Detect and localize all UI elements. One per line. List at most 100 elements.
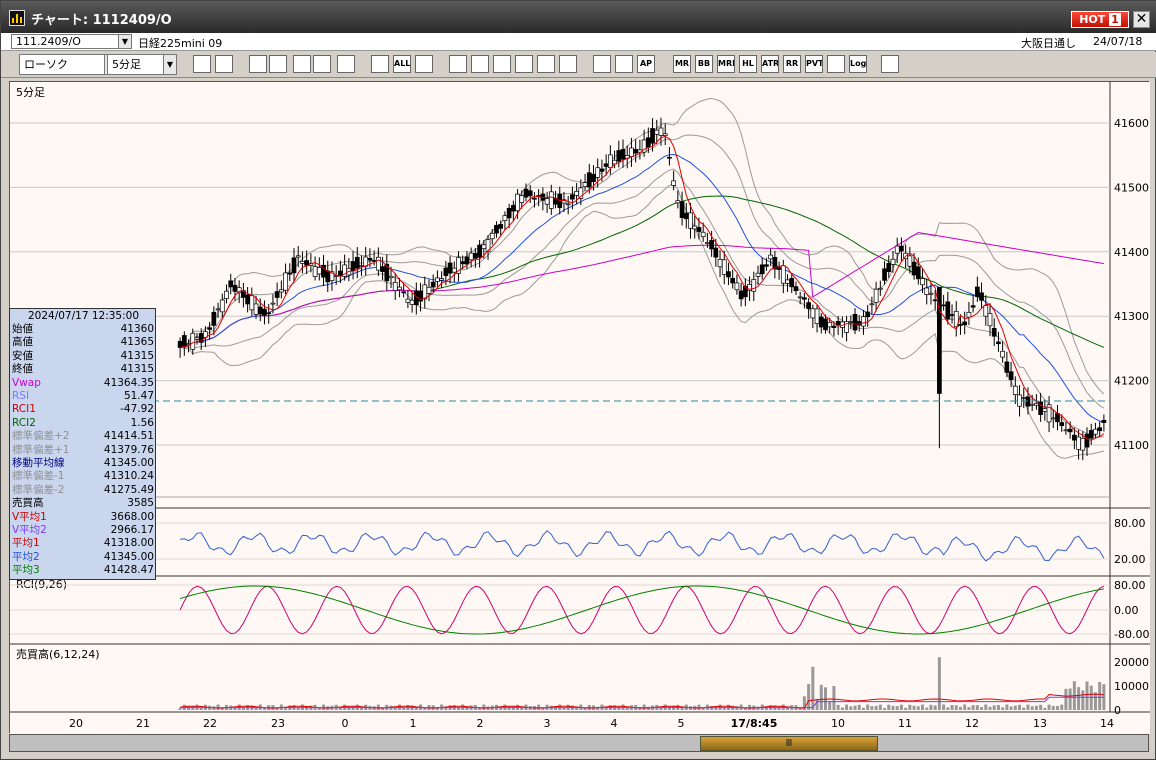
line-tool-icon[interactable] (449, 55, 467, 73)
symbol-input[interactable]: 111.2409/O (11, 34, 119, 49)
market-label: 大阪日通し (1021, 37, 1076, 50)
volume-bar (874, 705, 878, 710)
candle-body (532, 197, 537, 200)
candle-body (283, 272, 288, 291)
chart-area[interactable]: 41600 41500 41400 41300 41200 41100 5分足 80.00 20… (9, 81, 1150, 734)
candle-body (991, 327, 997, 337)
title-bar[interactable]: チャート: 1112409/O HOT 1 ✕ (1, 1, 1156, 33)
candle-body (962, 321, 968, 326)
xcndl-tool-icon[interactable] (371, 55, 389, 73)
info-row: RCI1 -47.92 (10, 403, 157, 416)
info-value: 41360 (120, 323, 154, 335)
candle-body (671, 180, 676, 186)
vol-tool-icon[interactable] (313, 55, 331, 73)
candle-body (435, 277, 440, 282)
date-label: 24/07/18 (1093, 35, 1143, 48)
period-dropdown-arrow-icon[interactable]: ▼ (163, 54, 177, 75)
info-label: 移動平均線 (12, 457, 65, 469)
candle-body (468, 252, 474, 261)
candle-body (1042, 408, 1048, 412)
hl-tool-icon[interactable]: HL (739, 55, 757, 73)
chart-canvas[interactable]: 4160041500414004130041200411005分足80.0020… (10, 82, 1150, 734)
info-label: Vwap (12, 376, 41, 389)
ap-tool-icon[interactable]: AP (637, 55, 655, 73)
exit-tool-icon[interactable] (881, 55, 899, 73)
candle-body (802, 297, 807, 300)
zoom-tool-icon[interactable] (193, 55, 211, 73)
volume-bar (878, 704, 882, 710)
volume-bar (1043, 707, 1047, 710)
trend-tool-icon[interactable] (493, 55, 511, 73)
info-value: 41275.49 (103, 483, 154, 496)
volume-bar (807, 684, 811, 710)
volume-bar (866, 704, 870, 710)
info-datetime: 2024/07/17 12:35:00 (27, 310, 139, 322)
candle-body (194, 337, 200, 340)
candle-body (1017, 394, 1022, 407)
candle-body (877, 287, 883, 290)
candle-body (426, 286, 432, 294)
candle-body (789, 277, 795, 288)
period-select[interactable]: 5分足 (107, 54, 165, 75)
pvt-tool-icon[interactable]: PVT (805, 55, 823, 73)
chart-background (10, 82, 1150, 734)
candle-body (996, 341, 1001, 345)
symbol-dropdown-arrow-icon[interactable]: ▼ (118, 34, 132, 49)
candle-body (270, 302, 276, 305)
candle-body (177, 340, 183, 348)
hot-number: 1 (1109, 13, 1121, 26)
volume-bar (811, 666, 815, 710)
candle-body (1072, 434, 1077, 441)
volume-bar (895, 706, 899, 710)
grid-tool-icon[interactable] (215, 55, 233, 73)
candle-body (751, 279, 757, 292)
gear-tool-icon[interactable] (559, 55, 577, 73)
box-tool-icon[interactable] (827, 55, 845, 73)
mre-tool-icon[interactable]: MRE (717, 55, 735, 73)
ptn-tool-icon[interactable] (269, 55, 287, 73)
candle-body (730, 277, 736, 284)
chart-type-select[interactable]: ローソク (19, 54, 105, 75)
volume-bar (1001, 707, 1005, 710)
mark-tool-icon[interactable] (293, 55, 311, 73)
bb-tool-icon[interactable]: BB (695, 55, 713, 73)
candle-body (1067, 428, 1073, 433)
close-button[interactable]: ✕ (1133, 11, 1150, 28)
toolbar: ローソク ▼ 5分足 ▼ ALLAPMRBBMREHLATRRRPVTLog (1, 52, 1156, 78)
volume-bar (819, 684, 823, 710)
down-tool-icon[interactable] (249, 55, 267, 73)
volume-bar (1081, 690, 1085, 710)
cursor-tool-icon[interactable] (471, 55, 489, 73)
info-row: 標準偏差-2 41275.49 (10, 484, 157, 497)
candle-body (1034, 403, 1039, 406)
cndl-tool-icon[interactable] (337, 55, 355, 73)
all-tool-icon[interactable]: ALL (393, 55, 411, 73)
notes-tool-icon[interactable] (515, 55, 533, 73)
volume-bar (929, 704, 933, 710)
candle-body (793, 286, 799, 292)
rr-tool-icon[interactable]: RR (783, 55, 801, 73)
scroll-thumb[interactable]: Ⅲ (700, 736, 878, 751)
candle-body (780, 265, 786, 284)
horizontal-scrollbar[interactable]: Ⅲ (9, 734, 1149, 752)
candle-body (1084, 433, 1090, 448)
bin-tool-icon[interactable] (537, 55, 555, 73)
atr-tool-icon[interactable]: ATR (761, 55, 779, 73)
mr-tool-icon[interactable]: MR (673, 55, 691, 73)
info-row: V平均1 3668.00 (10, 511, 157, 524)
volume-bar (904, 707, 908, 710)
tool-tool-icon[interactable] (593, 55, 611, 73)
log-tool-icon[interactable]: Log (849, 55, 867, 73)
draw-tool-icon[interactable] (415, 55, 433, 73)
candle-body (654, 129, 660, 135)
volume-bar (861, 707, 865, 710)
time-axis-label: 1 (410, 717, 417, 730)
volume-bar (963, 704, 967, 710)
palette-tool-icon[interactable] (615, 55, 633, 73)
volume-bar (199, 707, 203, 710)
info-value: 41310.24 (103, 470, 154, 483)
candle-body (700, 231, 706, 238)
candle-body (865, 311, 871, 318)
hot-button[interactable]: HOT 1 (1071, 11, 1129, 28)
volume-bar (908, 704, 912, 710)
